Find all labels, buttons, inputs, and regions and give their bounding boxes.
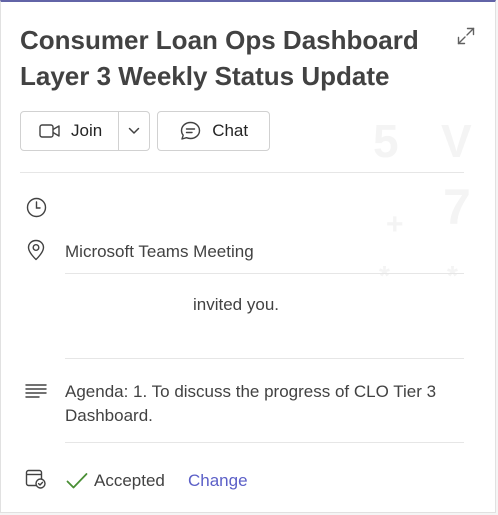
- change-rsvp-link[interactable]: Change: [188, 470, 248, 492]
- section-divider: [20, 172, 464, 173]
- action-buttons: Join Chat: [20, 111, 271, 151]
- chat-button[interactable]: Chat: [157, 111, 271, 151]
- chat-bubble-icon: [180, 121, 201, 140]
- time-row-icon: [25, 196, 47, 218]
- clock-icon: [26, 197, 46, 217]
- location-pin-icon: [27, 239, 45, 261]
- rsvp-status: Accepted: [94, 471, 165, 490]
- agenda-divider: [65, 442, 464, 443]
- location-divider: [65, 273, 464, 274]
- join-label: Join: [71, 121, 103, 140]
- chevron-down-icon: [128, 127, 140, 134]
- organizer-invite-text: invited you.: [193, 295, 279, 314]
- accepted-check: [66, 470, 88, 492]
- join-options-button[interactable]: [118, 112, 149, 150]
- join-split-button: Join: [20, 111, 151, 151]
- join-button[interactable]: Join: [21, 112, 118, 150]
- chat-label: Chat: [212, 121, 249, 140]
- event-agenda: Agenda: 1. To discuss the progress of CL…: [65, 382, 437, 425]
- checkmark-icon: [66, 473, 88, 489]
- agenda-row-icon: [25, 380, 47, 402]
- event-location: Microsoft Teams Meeting: [65, 242, 254, 261]
- video-camera-icon: [39, 124, 60, 138]
- agenda-lines-icon: [25, 384, 47, 398]
- event-title: Consumer Loan Ops Dashboard Layer 3 Week…: [20, 25, 419, 91]
- calendar-status-icon: [25, 469, 46, 489]
- event-details-card: 5 V 7 + * * Consumer Loan Ops Dashboard …: [0, 0, 496, 513]
- location-row-icon: [25, 239, 47, 261]
- expand-icon: [457, 27, 475, 45]
- rsvp-row-icon: [25, 468, 47, 490]
- organizer-divider: [65, 358, 464, 359]
- expand-button[interactable]: [454, 24, 478, 48]
